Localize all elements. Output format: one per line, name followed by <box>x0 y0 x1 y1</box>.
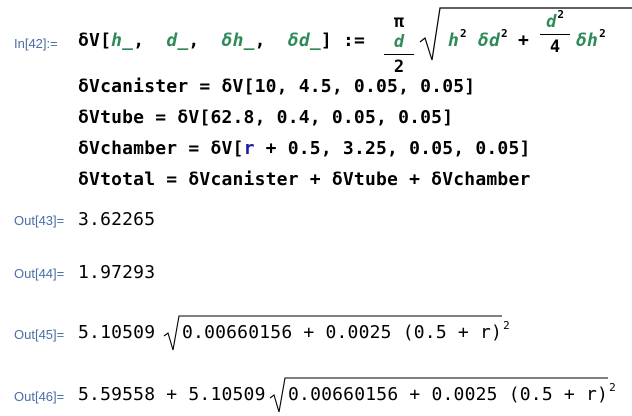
arg-delta-d: δd_ <box>287 30 321 51</box>
output-45-radicand: 0.00660156 + 0.0025 (0.5 + r)2 <box>182 319 510 343</box>
chamber-r-symbol: r <box>243 138 255 159</box>
chamber-suffix: + 0.5, 3.25, 0.05, 0.05] <box>254 138 531 159</box>
definition-head: δV[ <box>78 30 112 51</box>
output-44-value: 1.97293 <box>78 262 156 283</box>
input-tube[interactable]: δVtube = δV[62.8, 0.4, 0.05, 0.05] <box>78 107 453 128</box>
fraction-bar <box>540 34 570 35</box>
fraction-pi-d-over-2: π d 2 <box>384 12 414 77</box>
exponent: 2 <box>460 27 467 40</box>
output-45-radicand-text: 0.00660156 + 0.0025 (0.5 + r) <box>182 322 503 343</box>
rad-delta-d: δd <box>477 30 500 51</box>
input-total[interactable]: δVtotal = δVcanister + δVtube + δVchambe… <box>78 169 531 190</box>
arg-h: h_ <box>111 30 134 51</box>
chamber-prefix: δVchamber = δV[ <box>78 138 244 159</box>
close-bracket: ] <box>320 30 332 51</box>
input-canister[interactable]: δVcanister = δV[10, 4.5, 0.05, 0.05] <box>78 76 475 97</box>
set-delayed-operator: := <box>343 30 366 51</box>
frac-den-4: 4 <box>549 37 561 57</box>
rad-delta-h-term: δh2 <box>576 27 606 51</box>
fraction-d2-over-4: d2 4 <box>540 8 570 57</box>
rad-h: h <box>448 30 460 51</box>
arg-delta-h: δh_ <box>221 30 255 51</box>
output-43-value: 3.62265 <box>78 209 156 230</box>
comma: , <box>254 30 266 51</box>
exponent: 2 <box>599 27 606 40</box>
comma: , <box>133 30 145 51</box>
frac-den-2: 2 <box>393 57 405 77</box>
rad-delta-h: δh <box>576 30 599 51</box>
fraction-bar <box>384 54 414 55</box>
exponent: 2 <box>609 381 616 394</box>
output-46-prefix: 5.59558 + 5.10509 <box>78 384 266 405</box>
output-label-46: Out[46]= <box>14 389 65 404</box>
pi-symbol: π <box>393 12 405 32</box>
output-46-radicand: 0.00660156 + 0.0025 (0.5 + r)2 <box>288 381 616 405</box>
input-chamber[interactable]: δVchamber = δV[r + 0.5, 3.25, 0.05, 0.05… <box>78 138 531 159</box>
arg-d: d_ <box>166 30 189 51</box>
output-label-43: Out[43]= <box>14 213 65 228</box>
output-label-44: Out[44]= <box>14 266 65 281</box>
exponent: 2 <box>501 27 508 40</box>
exponent: 2 <box>557 8 564 21</box>
output-label-45: Out[45]= <box>14 327 65 342</box>
output-45-coefficient: 5.10509 <box>78 322 156 343</box>
frac2-num-d: d <box>546 12 557 32</box>
input-label-42: In[42]:= <box>14 36 58 51</box>
plus-sign: + <box>518 30 530 51</box>
output-46-radicand-text: 0.00660156 + 0.0025 (0.5 + r) <box>288 384 609 405</box>
comma: , <box>188 30 200 51</box>
exponent: 2 <box>503 319 510 332</box>
definition-input[interactable]: δV[h_, d_, δh_, δd_] := <box>78 30 365 51</box>
frac-num-d: d <box>393 32 405 52</box>
radicand: h2 δd2 <box>448 27 508 51</box>
